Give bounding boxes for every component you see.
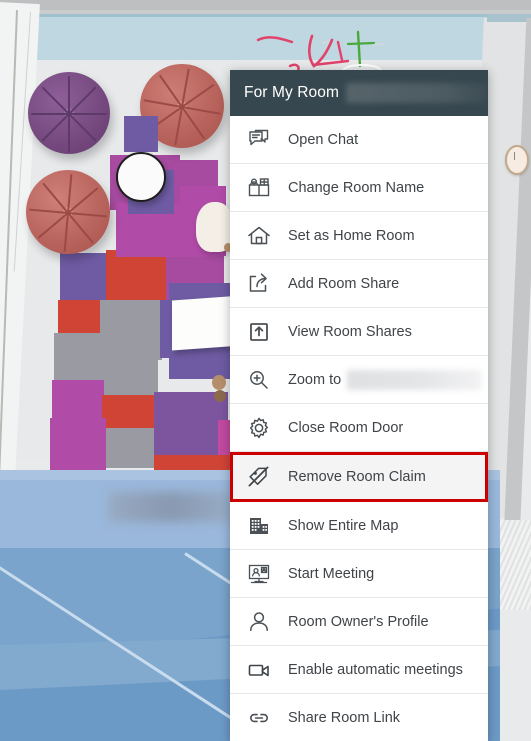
menu-item-open-chat[interactable]: Open Chat <box>230 116 488 164</box>
app-root: For My Room Open Chat Change Room Name Set… <box>0 0 531 741</box>
menu-item-remove-room-claim[interactable]: Remove Room Claim <box>230 452 488 502</box>
menu-item-room-owner-s-profile[interactable]: Room Owner's Profile <box>230 598 488 646</box>
floor-marker-tile <box>124 116 158 152</box>
menu-item-view-room-shares[interactable]: View Room Shares <box>230 308 488 356</box>
home-icon <box>244 221 274 251</box>
menu-item-label: Set as Home Room <box>288 227 415 244</box>
menu-item-change-room-name[interactable]: Change Room Name <box>230 164 488 212</box>
menu-item-label: Share Room Link <box>288 710 401 726</box>
menu-item-close-room-door[interactable]: Close Room Door <box>230 404 488 452</box>
avatar-dot[interactable] <box>212 375 226 390</box>
rug-tile <box>58 300 102 336</box>
rug-tile <box>102 395 158 429</box>
rug-tile <box>100 428 158 468</box>
menu-item-label: Zoom to <box>288 371 342 388</box>
menu-item-zoom-to[interactable]: Zoom to <box>230 356 488 404</box>
rug-tile <box>54 333 102 383</box>
share-view-icon <box>244 317 274 347</box>
link-icon <box>244 703 274 733</box>
chat-icon <box>244 125 274 155</box>
building-map-icon <box>244 511 274 541</box>
round-stool[interactable] <box>116 152 166 202</box>
menu-item-label: Remove Room Claim <box>288 469 426 485</box>
ink-annotation <box>256 30 384 76</box>
redacted-value <box>347 369 482 390</box>
menu-item-label: Close Room Door <box>288 419 404 436</box>
menu-item-start-meeting[interactable]: Start Meeting <box>230 550 488 598</box>
menu-item-label: Add Room Share <box>288 275 400 292</box>
share-add-icon <box>244 269 274 299</box>
menu-item-label: Enable automatic meetings <box>288 661 463 678</box>
menu-item-label: Show Entire Map <box>288 517 399 534</box>
menu-item-share-room-link[interactable]: Share Room Link <box>230 694 488 741</box>
menu-item-add-room-share[interactable]: Add Room Share <box>230 260 488 308</box>
pouf-seat[interactable] <box>28 72 110 154</box>
avatar-dot[interactable] <box>214 390 226 402</box>
redacted-room-label <box>108 492 233 522</box>
menu-item-label: Room Owner's Profile <box>288 613 429 630</box>
wall-clock-icon <box>505 145 529 175</box>
menu-item-label: Change Room Name <box>288 179 425 196</box>
rename-room-icon <box>244 173 274 203</box>
menu-item-show-entire-map[interactable]: Show Entire Map <box>230 502 488 550</box>
menu-item-label: Open Chat <box>288 131 359 148</box>
zoom-in-icon <box>244 365 274 395</box>
gear-icon <box>244 413 274 443</box>
context-menu-title: For My Room <box>244 84 339 101</box>
rug-tile <box>60 253 108 303</box>
pouf-seat[interactable] <box>26 170 110 254</box>
room-context-menu[interactable]: For My Room Open Chat Change Room Name Set… <box>230 70 488 741</box>
menu-item-label: View Room Shares <box>288 323 412 340</box>
context-menu-header: For My Room <box>230 70 488 116</box>
menu-item-set-as-home-room[interactable]: Set as Home Room <box>230 212 488 260</box>
context-menu-list: Open Chat Change Room Name Set as Home Roo… <box>230 116 488 741</box>
menu-item-enable-automatic-meetings[interactable]: Enable automatic meetings <box>230 646 488 694</box>
meeting-screen-icon <box>244 559 274 589</box>
rug-tile <box>100 300 162 360</box>
video-camera-icon <box>244 655 274 685</box>
remove-claim-icon <box>244 462 274 492</box>
redacted-room-name <box>345 83 488 103</box>
rug-tile <box>50 418 106 470</box>
person-icon <box>244 607 274 637</box>
menu-item-label: Start Meeting <box>288 565 375 582</box>
rug-tile <box>100 356 158 400</box>
